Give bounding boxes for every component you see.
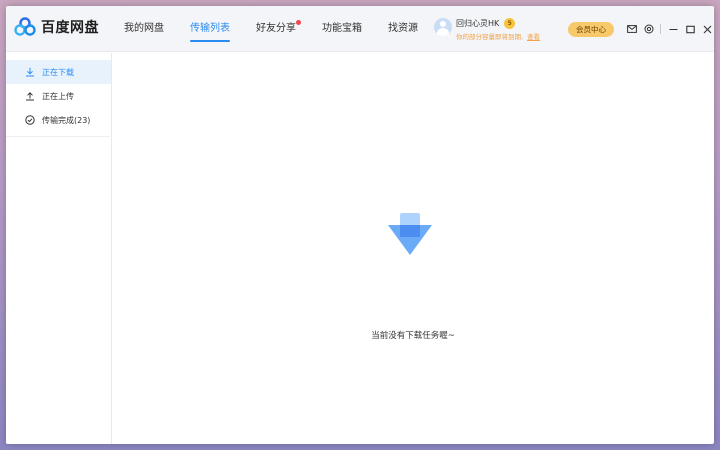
title-bar: 百度网盘 我的网盘 传输列表 好友分享 功能宝箱 找资源 回归心灵HK 5 你的…: [6, 6, 714, 52]
upload-icon: [25, 91, 35, 101]
sidebar-item-label: 传输完成(23): [42, 115, 91, 125]
check-circle-icon: [25, 115, 35, 125]
tab-friend-share-label: 好友分享: [256, 23, 296, 34]
window-controls: [626, 23, 714, 35]
tab-find-resources[interactable]: 找资源: [388, 6, 418, 52]
storage-notice: 你的部分容量即将到期, 查看: [456, 31, 540, 41]
sidebar-item-downloading[interactable]: 正在下载: [6, 60, 111, 84]
sidebar-item-label: 正在上传: [42, 91, 74, 101]
sidebar-divider: [6, 136, 112, 137]
sidebar-item-label: 正在下载: [42, 67, 74, 77]
empty-state-text: 当前没有下载任务喔~: [371, 331, 455, 341]
separator: [660, 24, 661, 34]
top-nav: 我的网盘 传输列表 好友分享 功能宝箱 找资源: [124, 6, 444, 52]
tab-transfer-list[interactable]: 传输列表: [190, 6, 230, 52]
storage-notice-link[interactable]: 查看: [527, 33, 540, 41]
mail-icon[interactable]: [626, 23, 638, 35]
storage-notice-text: 你的部分容量即将到期,: [456, 33, 524, 41]
vip-level-badge: 5: [504, 18, 516, 29]
baidu-cloud-logo-icon: [14, 17, 36, 36]
app-logo[interactable]: 百度网盘: [14, 17, 99, 37]
tab-toolbox[interactable]: 功能宝箱: [322, 6, 362, 52]
app-name: 百度网盘: [41, 20, 99, 36]
maximize-icon[interactable]: [684, 23, 696, 35]
member-center-button[interactable]: 会员中心: [568, 22, 614, 37]
sidebar-item-uploading[interactable]: 正在上传: [6, 84, 111, 108]
tab-friend-share[interactable]: 好友分享: [256, 6, 301, 52]
minimize-icon[interactable]: [667, 23, 679, 35]
download-arrow-icon: [388, 213, 432, 255]
settings-icon[interactable]: [643, 23, 655, 35]
avatar[interactable]: [434, 18, 452, 36]
transfer-sidebar: 正在下载 正在上传 传输完成(23): [6, 53, 112, 444]
download-icon: [25, 67, 35, 77]
app-window: 百度网盘 我的网盘 传输列表 好友分享 功能宝箱 找资源 回归心灵HK 5 你的…: [6, 6, 714, 444]
notification-dot: [296, 20, 301, 25]
sidebar-item-completed[interactable]: 传输完成(23): [6, 108, 111, 132]
close-icon[interactable]: [701, 23, 713, 35]
user-info[interactable]: 回归心灵HK 5 你的部分容量即将到期, 查看: [434, 18, 540, 41]
main-content: 当前没有下载任务喔~: [112, 53, 714, 444]
tab-my-disk[interactable]: 我的网盘: [124, 6, 164, 52]
user-name[interactable]: 回归心灵HK: [456, 18, 499, 29]
